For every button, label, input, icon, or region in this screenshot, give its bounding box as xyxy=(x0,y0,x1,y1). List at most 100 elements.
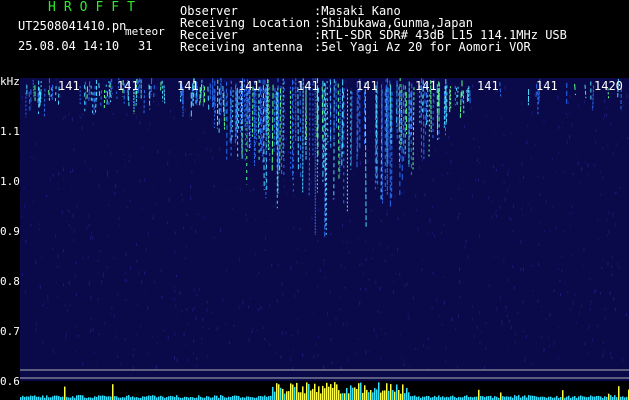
noise-speck xyxy=(117,293,119,296)
noise-speck xyxy=(503,181,505,185)
noise-speck xyxy=(323,365,325,369)
activity-bar xyxy=(150,396,152,400)
activity-bar xyxy=(410,396,412,400)
noise-speck xyxy=(577,161,579,166)
noise-speck xyxy=(346,323,348,327)
activity-bar xyxy=(366,389,368,400)
noise-speck xyxy=(495,209,497,212)
noise-speck xyxy=(117,355,119,358)
noise-speck xyxy=(203,216,205,219)
noise-speck xyxy=(147,128,149,131)
activity-bar xyxy=(500,392,502,400)
noise-speck xyxy=(404,191,406,193)
noise-speck xyxy=(124,278,126,283)
activity-bar xyxy=(356,389,358,400)
x-tick-2: 141 xyxy=(117,79,139,93)
noise-speck xyxy=(169,179,171,183)
noise-speck xyxy=(583,264,585,266)
activity-bar xyxy=(408,392,410,400)
noise-speck xyxy=(615,222,617,227)
noise-speck xyxy=(598,238,600,240)
noise-speck xyxy=(323,258,325,261)
noise-speck xyxy=(264,338,266,340)
noise-speck xyxy=(187,97,189,100)
noise-speck xyxy=(479,146,480,149)
noise-speck xyxy=(176,358,178,361)
noise-speck xyxy=(602,354,604,358)
noise-speck xyxy=(421,113,423,116)
noise-speck xyxy=(186,213,188,217)
activity-bar xyxy=(426,395,428,400)
noise-speck xyxy=(491,215,493,219)
noise-speck xyxy=(604,113,606,117)
activity-bar xyxy=(170,395,172,400)
noise-speck xyxy=(79,116,80,118)
activity-bar xyxy=(412,396,414,400)
noise-speck xyxy=(190,196,192,200)
noise-speck xyxy=(448,135,450,140)
noise-speck xyxy=(605,107,607,109)
noise-speck xyxy=(184,257,186,260)
noise-speck xyxy=(207,355,209,359)
noise-speck xyxy=(82,113,84,117)
noise-speck xyxy=(86,225,88,230)
noise-speck xyxy=(91,231,92,234)
activity-bar xyxy=(340,393,342,400)
noise-speck xyxy=(55,352,57,354)
noise-speck xyxy=(76,294,77,296)
noise-speck xyxy=(244,328,246,330)
noise-speck xyxy=(506,348,508,350)
noise-speck xyxy=(353,173,355,175)
y-label-1-0: 1.0 xyxy=(0,175,20,188)
activity-bar xyxy=(562,390,564,400)
activity-bar xyxy=(260,396,262,400)
noise-speck xyxy=(342,177,344,180)
noise-speck xyxy=(610,122,612,127)
noise-speck xyxy=(213,184,215,188)
noise-speck xyxy=(242,155,244,158)
noise-speck xyxy=(269,304,271,307)
noise-speck xyxy=(618,266,620,269)
noise-speck xyxy=(359,301,361,306)
activity-bar xyxy=(222,395,224,400)
noise-speck xyxy=(72,214,74,218)
noise-speck xyxy=(351,88,352,90)
noise-speck xyxy=(382,81,384,86)
activity-bar xyxy=(108,396,110,400)
activity-bar xyxy=(452,395,454,400)
noise-speck xyxy=(90,295,92,300)
noise-speck xyxy=(57,296,59,298)
noise-speck xyxy=(201,303,203,305)
noise-speck xyxy=(622,105,624,107)
noise-speck xyxy=(114,191,116,195)
noise-speck xyxy=(561,255,563,258)
activity-bar xyxy=(100,395,102,400)
noise-speck xyxy=(373,328,375,332)
noise-speck xyxy=(621,109,623,112)
activity-bar xyxy=(294,387,296,400)
noise-speck xyxy=(58,188,59,190)
noise-speck xyxy=(233,324,235,327)
activity-bar xyxy=(32,396,34,400)
noise-speck xyxy=(185,152,187,157)
noise-speck xyxy=(537,175,539,178)
activity-bar xyxy=(530,395,532,400)
noise-speck xyxy=(345,79,347,84)
noise-speck xyxy=(62,249,64,253)
activity-bar xyxy=(328,386,330,400)
noise-speck xyxy=(569,134,571,139)
noise-speck xyxy=(147,306,149,310)
noise-speck xyxy=(76,204,78,207)
noise-speck xyxy=(561,122,563,124)
noise-speck xyxy=(285,111,286,115)
noise-speck xyxy=(478,162,480,164)
noise-speck xyxy=(170,109,171,113)
noise-speck xyxy=(604,317,606,321)
noise-speck xyxy=(553,341,555,346)
noise-speck xyxy=(339,308,341,311)
noise-speck xyxy=(46,195,47,198)
noise-speck xyxy=(527,125,529,127)
noise-speck xyxy=(60,94,62,98)
noise-speck xyxy=(564,282,566,285)
noise-speck xyxy=(519,181,521,183)
